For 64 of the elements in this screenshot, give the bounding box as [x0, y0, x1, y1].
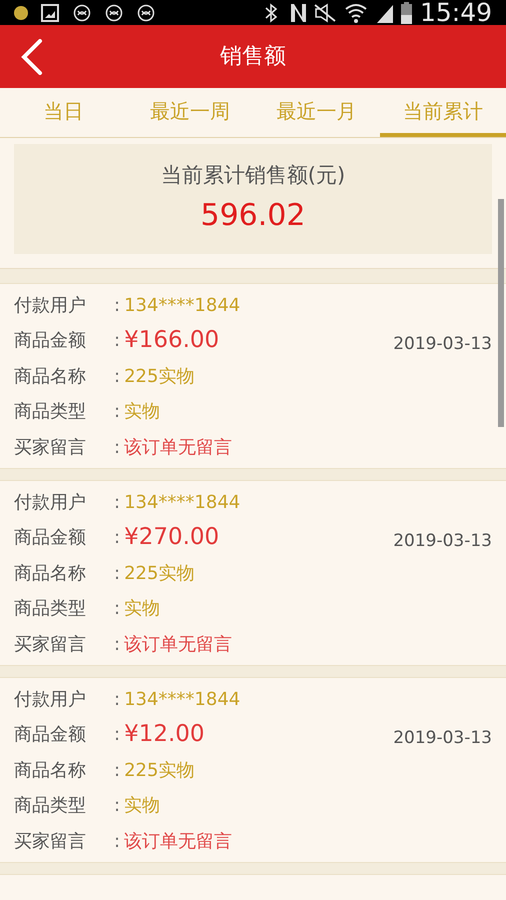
field-colon: :: [114, 688, 120, 712]
field-value: ¥166.00: [124, 326, 220, 356]
bluetooth-icon: [264, 2, 278, 22]
field-label: 商品金额: [14, 723, 87, 747]
field-colon: :: [114, 329, 120, 353]
field-value: 该订单无留言: [124, 436, 232, 460]
field-colon: :: [114, 794, 120, 818]
loop-icon: [105, 4, 123, 22]
field-colon: :: [114, 364, 120, 388]
battery-icon: [400, 2, 412, 24]
clock-time: 15:49: [420, 0, 492, 25]
order-date: 2019-03-13: [393, 530, 492, 553]
summary-value: 596.02: [200, 197, 306, 236]
tab[interactable]: 最近一月: [253, 88, 380, 137]
field-value: 225实物: [124, 758, 194, 782]
field-value: 该订单无留言: [124, 830, 232, 854]
field-label: 商品金额: [14, 329, 87, 353]
field-value: 225实物: [124, 364, 194, 388]
field-colon: :: [114, 758, 120, 782]
field-value: 实物: [124, 597, 160, 621]
field-label: 商品类型: [14, 794, 87, 818]
tab[interactable]: 最近一周: [126, 88, 253, 137]
field-label: 买家留言: [14, 436, 87, 460]
field-colon: :: [114, 294, 120, 318]
field-colon: :: [114, 632, 120, 656]
field-colon: :: [114, 723, 120, 747]
page-title: 销售额: [220, 43, 286, 71]
loop-icon: [137, 4, 155, 22]
field-value: 134****1844: [124, 688, 240, 712]
order-date: 2019-03-13: [393, 333, 492, 356]
field-value: ¥12.00: [124, 720, 205, 750]
field-label: 商品类型: [14, 400, 87, 424]
field-value: 该订单无留言: [124, 632, 232, 656]
field-value: ¥270.00: [124, 523, 220, 552]
field-colon: :: [114, 562, 120, 586]
field-label: 付款用户: [14, 688, 87, 712]
order-date: 2019-03-13: [393, 727, 492, 750]
field-label: 商品金额: [14, 526, 87, 550]
wifi-icon: [344, 2, 367, 22]
field-label: 买家留言: [14, 830, 87, 854]
field-value: 实物: [124, 400, 160, 424]
field-colon: :: [114, 830, 120, 854]
tab[interactable]: 当日: [0, 88, 126, 137]
field-colon: :: [114, 400, 120, 424]
field-label: 商品名称: [14, 758, 87, 782]
field-colon: :: [114, 490, 120, 514]
field-colon: :: [114, 436, 120, 460]
field-label: 买家留言: [14, 632, 87, 656]
field-value: 225实物: [124, 562, 194, 586]
field-label: 商品名称: [14, 364, 87, 388]
field-colon: :: [114, 526, 120, 550]
field-value: 134****1844: [124, 294, 240, 318]
loop-icon: [73, 4, 91, 22]
field-value: 134****1844: [124, 490, 240, 514]
field-label: 商品名称: [14, 562, 87, 586]
field-colon: :: [114, 597, 120, 621]
signal-icon: [374, 2, 395, 22]
image-icon: [41, 4, 59, 22]
field-label: 商品类型: [14, 597, 87, 621]
field-label: 付款用户: [14, 294, 87, 318]
field-label: 付款用户: [14, 490, 87, 514]
summary-label: 当前累计销售额(元): [160, 162, 346, 189]
dot-icon: [14, 6, 28, 20]
field-value: 实物: [124, 794, 160, 818]
